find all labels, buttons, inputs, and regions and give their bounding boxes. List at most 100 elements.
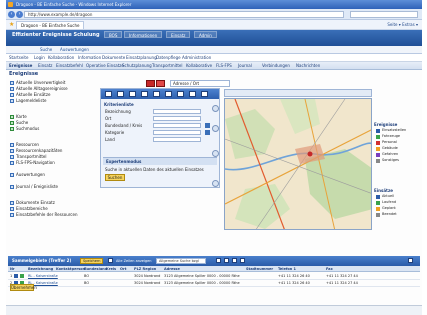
left-item-alltagsereignisse[interactable]: Aktuelle Alltagsereignisse (10, 86, 68, 91)
zoom-slider-icon[interactable] (212, 150, 219, 157)
legend-item[interactable]: Aktuell (376, 194, 394, 199)
column-header[interactable]: Bundesland (84, 266, 107, 272)
column-header[interactable]: Bezeichnung (28, 266, 53, 272)
app-tab-informationen[interactable]: Informationen (124, 31, 163, 38)
close-icon[interactable] (408, 258, 413, 263)
stop-icon[interactable] (156, 80, 165, 87)
tool-kollaborative[interactable]: Kollaborative (186, 63, 212, 69)
legend-item[interactable]: Gebäude (376, 146, 398, 151)
menu-datenpflege[interactable]: Datenpflege (156, 55, 181, 61)
browser-search-input[interactable] (350, 11, 418, 18)
left-item-dokumente[interactable]: Dokumente Einsatz (10, 200, 55, 205)
url-field[interactable]: http://www.example.de/dragoon (24, 11, 344, 18)
legend-item[interactable]: Gefahren (376, 152, 398, 157)
app-tab-admin[interactable]: Admin (194, 31, 217, 38)
home-icon[interactable] (105, 91, 112, 97)
zoom-in-icon[interactable] (212, 125, 219, 132)
column-header[interactable]: Stadtnummer (246, 266, 273, 272)
map-icon[interactable] (165, 91, 172, 97)
app-tab-einsatz[interactable]: Einsatz (166, 31, 191, 38)
filter-icon[interactable] (177, 91, 184, 97)
tool-nachrichten[interactable]: Nachrichten (296, 63, 320, 69)
left-item-fls-fps[interactable]: FLS-FPS-Navigation (10, 160, 55, 165)
folder-icon[interactable] (117, 91, 124, 97)
save-results-button[interactable]: Speichern (80, 258, 104, 264)
column-header[interactable]: Kreis (106, 266, 116, 272)
tool-journal[interactable]: Journal (238, 63, 252, 69)
browser-tools-menu[interactable]: Seite ▾ Extras ▾ (387, 21, 418, 29)
tool-operative-einsatze[interactable]: Operative Einsatze (86, 63, 124, 69)
column-header[interactable]: PLZ Region (134, 266, 156, 272)
tool-einsatzbefehl[interactable]: Einsatzbefehl (56, 63, 83, 69)
left-item-ressourcenkapazitaeten[interactable]: Ressourcenkapazitäten (10, 148, 62, 153)
left-item-auswertungen[interactable]: Auswertungen (10, 172, 45, 177)
left-item-einsatzbefehle[interactable]: Einsatzbefehle der Ressourcen (10, 212, 78, 217)
bundesland-input[interactable] (153, 123, 201, 128)
back-icon[interactable]: ‹ (8, 11, 15, 18)
filter-select[interactable]: Allgemeine Suche bzgl (156, 258, 206, 264)
pan-icon[interactable] (212, 105, 219, 112)
save-icon[interactable] (129, 91, 136, 97)
left-item-suchmodus[interactable]: Suchmodus (10, 126, 39, 131)
left-item-transportmittel[interactable]: Transportmittel (10, 154, 47, 159)
legend-item[interactable]: Geplant (376, 206, 396, 211)
column-header[interactable]: Ort (120, 266, 126, 272)
location-search-input[interactable]: Adresse / Ort (170, 80, 230, 87)
table-row[interactable]: 1 RL - Kaiserstraße BO 3024 Nordrand 312… (8, 273, 420, 280)
row-select-icon[interactable] (14, 274, 18, 278)
tool-ereignisse[interactable]: Ereignisse (9, 63, 32, 69)
legend-item[interactable]: Fahrzeuge (376, 134, 400, 139)
cell-name[interactable]: RL - Kaiserstraße (28, 274, 58, 279)
left-item-lagemeldeliste[interactable]: Lagemeldeliste (10, 98, 46, 103)
menu-kollaboration[interactable]: Kollaboration (48, 55, 74, 61)
menu-dokumente[interactable]: Dokumente (102, 55, 125, 61)
menu-login[interactable]: Login (34, 55, 45, 61)
search-button[interactable]: Suchen (105, 174, 125, 181)
map-view[interactable] (224, 98, 372, 230)
column-header[interactable]: Adresse (164, 266, 180, 272)
left-item-journal[interactable]: Journal / Ereignisliste (10, 184, 58, 189)
table-row[interactable]: 2 RL - Kaiserstraße BO 3024 Nordrand 312… (8, 280, 420, 287)
kategorie-input[interactable] (153, 130, 201, 135)
legend-item[interactable]: Laufend (376, 200, 396, 205)
left-item-einsaetze[interactable]: Aktuelle Einsätze (10, 92, 50, 97)
app-tab-bos[interactable]: BOS (104, 31, 123, 38)
ort-input[interactable] (153, 116, 201, 121)
favorites-star-icon[interactable]: ★ (9, 21, 14, 29)
legend-item[interactable]: Beendet (376, 212, 397, 217)
search-icon[interactable] (216, 258, 221, 263)
menu-startseite[interactable]: Startseite (9, 55, 28, 61)
left-item-suche[interactable]: Suche (10, 120, 28, 125)
left-item-einsatzbereiche[interactable]: Einsatzbereiche (10, 206, 48, 211)
tool-schutzplanung[interactable]: Schutzplanung (122, 63, 152, 69)
grid-icon[interactable] (108, 258, 113, 263)
print-icon[interactable] (232, 258, 237, 263)
settings-icon[interactable] (240, 258, 245, 263)
browser-tab[interactable]: Dragoon - BE Einfache Suche (16, 21, 85, 29)
legend-item[interactable]: Sonstiges (376, 158, 399, 163)
tool-fls-fps[interactable]: FLS-FPS (216, 63, 232, 69)
subnav-auswertungen[interactable]: Auswertungen (60, 47, 89, 53)
zoom-out-icon[interactable] (212, 180, 219, 187)
left-item-karte[interactable]: Karte (10, 114, 27, 119)
subnav-suche[interactable]: Suche (40, 47, 52, 53)
menu-information[interactable]: Information (78, 55, 101, 61)
bezeichnung-input[interactable] (153, 109, 201, 114)
menu-einsatzplanung[interactable]: Einsatzplanung (126, 55, 157, 61)
row-edit-icon[interactable] (20, 274, 24, 278)
tool-transportmittel[interactable]: Transportmittel (152, 63, 183, 69)
forward-icon[interactable]: › (16, 11, 23, 18)
expert-mode-header[interactable]: Expertenmodus (103, 157, 217, 165)
column-header[interactable]: Kontaktperson (56, 266, 85, 272)
list-icon[interactable] (153, 91, 160, 97)
column-header[interactable]: Nr (10, 266, 15, 272)
column-header[interactable]: Telefon 1 (278, 266, 296, 272)
left-item-ressourcen[interactable]: Ressourcen (10, 142, 39, 147)
legend-item[interactable]: Personal (376, 140, 397, 145)
column-header[interactable]: Fax (326, 266, 333, 272)
settings-icon[interactable] (189, 91, 196, 97)
export-icon[interactable] (224, 258, 229, 263)
land-input[interactable] (153, 137, 201, 142)
help-icon[interactable] (201, 91, 208, 97)
menu-administration[interactable]: Administration (182, 55, 211, 61)
